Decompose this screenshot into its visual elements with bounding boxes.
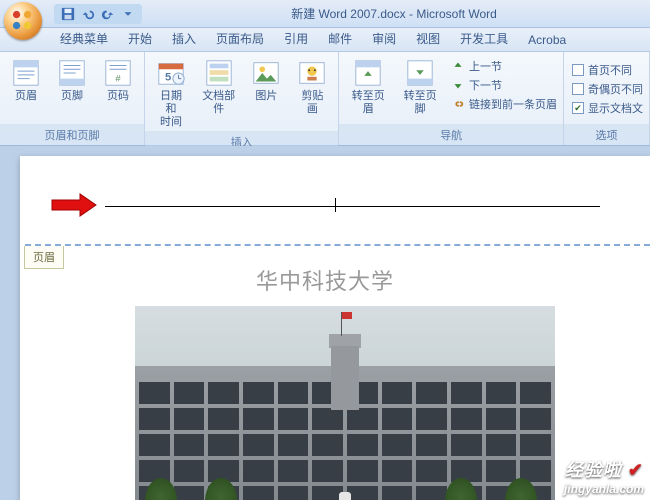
page-number-icon: #: [102, 57, 134, 89]
next-section-button[interactable]: 下一节: [449, 76, 559, 94]
clipart-label: 剪贴画: [296, 90, 328, 116]
footer-icon: [56, 57, 88, 89]
show-doc-text-checkbox[interactable]: ✔ 显示文档文: [570, 99, 645, 117]
watermark-text1: 经验啦: [565, 460, 622, 480]
date-time-label: 日期和 时间: [155, 90, 187, 129]
odd-even-diff-checkbox[interactable]: 奇偶页不同: [570, 80, 645, 98]
watermark: 经验啦 ✔ jingyanla.com: [564, 456, 644, 496]
undo-icon[interactable]: [80, 6, 96, 22]
clipart-button[interactable]: 剪贴画: [290, 55, 334, 118]
group-options: 首页不同 奇偶页不同 ✔ 显示文档文 选项: [564, 52, 650, 145]
tab-references[interactable]: 引用: [274, 26, 318, 51]
watermark-text2: jingyanla.com: [564, 482, 644, 496]
title-bar: 新建 Word 2007.docx - Microsoft Word: [0, 0, 650, 28]
link-icon: [451, 97, 465, 111]
prev-section-label: 上一节: [469, 58, 502, 74]
footer-button[interactable]: 页脚: [50, 55, 94, 105]
group-navigation: 转至页眉 转至页脚 上一节 下一节 链接到前一条页眉: [339, 52, 564, 145]
goto-footer-icon: [404, 57, 436, 89]
page: 页眉 华中科技大学: [20, 156, 650, 500]
link-previous-button[interactable]: 链接到前一条页眉: [449, 95, 559, 113]
checkbox-icon: ✔: [572, 102, 584, 114]
picture-label: 图片: [255, 90, 277, 103]
header-label: 页眉: [15, 90, 37, 103]
page-number-button[interactable]: # 页码: [96, 55, 140, 105]
prev-section-button[interactable]: 上一节: [449, 57, 559, 75]
up-arrow-icon: [451, 59, 465, 73]
quick-access-toolbar: [54, 4, 142, 24]
tab-insert[interactable]: 插入: [162, 26, 206, 51]
tab-review[interactable]: 审阅: [362, 26, 406, 51]
next-section-label: 下一节: [469, 77, 502, 93]
goto-footer-label: 转至页脚: [401, 90, 439, 116]
quick-parts-button[interactable]: 文档部件: [195, 55, 242, 118]
tab-view[interactable]: 视图: [406, 26, 450, 51]
svg-text:#: #: [115, 73, 121, 83]
header-icon: [10, 57, 42, 89]
save-icon[interactable]: [60, 6, 76, 22]
odd-even-diff-label: 奇偶页不同: [588, 81, 643, 97]
redo-icon[interactable]: [100, 6, 116, 22]
ribbon: 页眉 页脚 # 页码 页眉和页脚 5 日期和 时间 文档部件: [0, 52, 650, 146]
tab-home[interactable]: 开始: [118, 26, 162, 51]
checkbox-icon: [572, 83, 584, 95]
group-insert: 5 日期和 时间 文档部件 图片 剪贴画 插入: [145, 52, 339, 145]
tab-layout[interactable]: 页面布局: [206, 26, 274, 51]
link-previous-label: 链接到前一条页眉: [469, 96, 557, 112]
quick-parts-label: 文档部件: [201, 90, 236, 116]
goto-footer-button[interactable]: 转至页脚: [395, 55, 445, 118]
ribbon-tabs: 经典菜单 开始 插入 页面布局 引用 邮件 审阅 视图 开发工具 Acroba: [0, 28, 650, 52]
group-title-options: 选项: [564, 124, 649, 145]
page-number-label: 页码: [107, 90, 129, 103]
document-title: 华中科技大学: [20, 264, 630, 296]
picture-icon: [250, 57, 282, 89]
date-time-button[interactable]: 5 日期和 时间: [149, 55, 193, 131]
checkbox-icon: [572, 64, 584, 76]
check-icon: ✔: [628, 460, 644, 480]
down-arrow-icon: [451, 78, 465, 92]
show-doc-text-label: 显示文档文: [588, 100, 643, 116]
tab-dev[interactable]: 开发工具: [450, 26, 518, 51]
header-boundary: [25, 244, 650, 246]
header-button[interactable]: 页眉: [4, 55, 48, 105]
group-header-footer: 页眉 页脚 # 页码 页眉和页脚: [0, 52, 145, 145]
first-page-diff-label: 首页不同: [588, 62, 632, 78]
office-button[interactable]: [4, 2, 42, 40]
tab-classic[interactable]: 经典菜单: [50, 26, 118, 51]
window-title: 新建 Word 2007.docx - Microsoft Word: [142, 5, 646, 22]
calendar-icon: 5: [155, 57, 187, 89]
svg-text:5: 5: [165, 72, 171, 84]
goto-header-label: 转至页眉: [349, 90, 387, 116]
group-title-header-footer: 页眉和页脚: [0, 124, 144, 145]
group-title-navigation: 导航: [339, 124, 563, 145]
clipart-icon: [296, 57, 328, 89]
qat-dropdown-icon[interactable]: [120, 6, 136, 22]
document-area[interactable]: 页眉 华中科技大学: [0, 146, 650, 500]
goto-header-button[interactable]: 转至页眉: [343, 55, 393, 118]
header-zone[interactable]: 页眉: [20, 156, 650, 266]
header-underline: [105, 206, 600, 207]
picture-button[interactable]: 图片: [244, 55, 288, 105]
text-cursor: [335, 198, 336, 212]
first-page-diff-checkbox[interactable]: 首页不同: [570, 61, 645, 79]
quick-parts-icon: [203, 57, 235, 89]
document-image: [135, 306, 555, 500]
annotation-arrow-icon: [50, 192, 98, 223]
goto-header-icon: [352, 57, 384, 89]
tab-mail[interactable]: 邮件: [318, 26, 362, 51]
footer-label: 页脚: [61, 90, 83, 103]
tab-acrobat[interactable]: Acroba: [518, 29, 576, 51]
